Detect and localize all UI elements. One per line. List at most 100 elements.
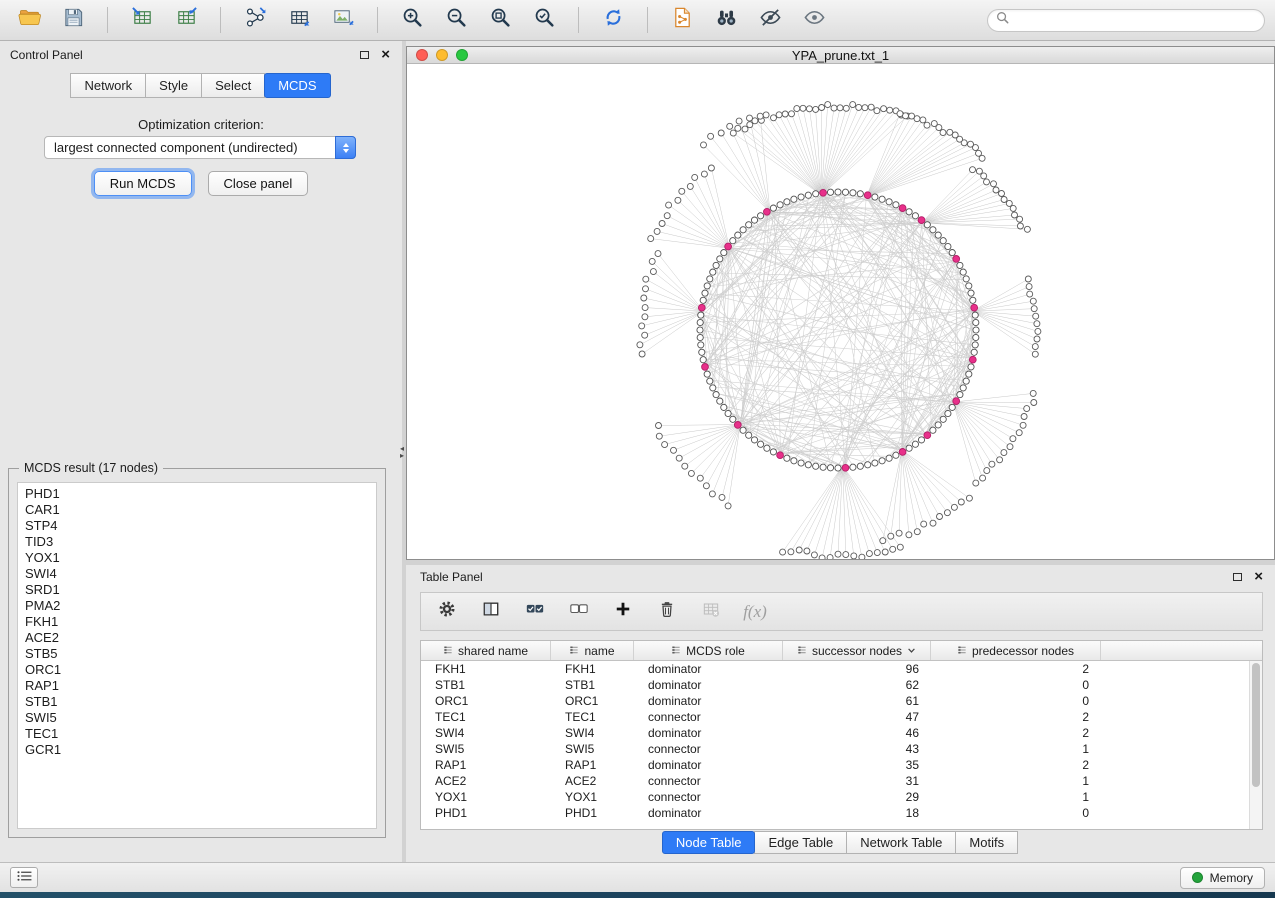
sort-indicator-icon[interactable] — [907, 644, 916, 658]
deselect-all-button[interactable] — [567, 600, 591, 624]
import-table-button[interactable] — [123, 4, 161, 37]
table-row[interactable]: TEC1TEC1connector472 — [421, 709, 1249, 725]
tab-network[interactable]: Network — [70, 73, 146, 98]
table-cell[interactable]: dominator — [634, 694, 783, 708]
close-window-button[interactable] — [416, 49, 428, 61]
scrollbar-thumb[interactable] — [1252, 663, 1260, 787]
table-row[interactable]: FKH1FKH1dominator962 — [421, 661, 1249, 677]
tab-network-table[interactable]: Network Table — [846, 831, 956, 854]
table-cell[interactable]: SWI5 — [421, 742, 551, 756]
table-cell[interactable]: 61 — [783, 694, 931, 708]
table-cell[interactable]: 0 — [931, 678, 1101, 692]
table-cell[interactable]: 46 — [783, 726, 931, 740]
table-cell[interactable]: dominator — [634, 806, 783, 820]
table-cell[interactable]: TEC1 — [421, 710, 551, 724]
zoom-window-button[interactable] — [456, 49, 468, 61]
run-mcds-button[interactable]: Run MCDS — [94, 171, 192, 196]
table-cell[interactable]: STB1 — [551, 678, 634, 692]
table-cell[interactable]: connector — [634, 774, 783, 788]
table-cell[interactable]: RAP1 — [551, 758, 634, 772]
table-cell[interactable]: ACE2 — [421, 774, 551, 788]
tab-node-table[interactable]: Node Table — [662, 831, 756, 854]
table-cell[interactable]: 2 — [931, 710, 1101, 724]
table-cell[interactable]: SWI5 — [551, 742, 634, 756]
mcds-result-item[interactable]: GCR1 — [18, 742, 376, 758]
table-cell[interactable]: connector — [634, 742, 783, 756]
table-cell[interactable]: PHD1 — [551, 806, 634, 820]
table-cell[interactable]: FKH1 — [551, 662, 634, 676]
tab-style[interactable]: Style — [145, 73, 202, 98]
zoom-in-button[interactable] — [393, 4, 431, 37]
mcds-result-item[interactable]: SWI4 — [18, 566, 376, 582]
table-cell[interactable]: 96 — [783, 662, 931, 676]
table-row[interactable]: SWI5SWI5connector431 — [421, 741, 1249, 757]
table-cell[interactable]: ORC1 — [421, 694, 551, 708]
settings-button[interactable] — [435, 600, 459, 624]
zoom-fit-button[interactable] — [481, 4, 519, 37]
table-cell[interactable]: 1 — [931, 790, 1101, 804]
table-cell[interactable]: 62 — [783, 678, 931, 692]
import-network-button[interactable] — [236, 4, 274, 37]
mcds-result-item[interactable]: PHD1 — [18, 486, 376, 502]
table-row[interactable]: SWI4SWI4dominator462 — [421, 725, 1249, 741]
column-header-MCDS-role[interactable]: MCDS role — [634, 641, 783, 660]
tab-select[interactable]: Select — [201, 73, 265, 98]
float-table-panel-button[interactable] — [1233, 570, 1242, 584]
table-row[interactable]: RAP1RAP1dominator352 — [421, 757, 1249, 773]
table-row[interactable]: PHD1PHD1dominator180 — [421, 805, 1249, 821]
table-cell[interactable]: SWI4 — [551, 726, 634, 740]
table-cell[interactable]: 0 — [931, 694, 1101, 708]
network-canvas[interactable] — [407, 64, 1274, 559]
table-cell[interactable]: 47 — [783, 710, 931, 724]
table-cell[interactable]: STB1 — [421, 678, 551, 692]
add-button[interactable] — [611, 600, 635, 624]
table-cell[interactable]: 18 — [783, 806, 931, 820]
mcds-result-item[interactable]: STB1 — [18, 694, 376, 710]
mcds-result-item[interactable]: CAR1 — [18, 502, 376, 518]
table-cell[interactable]: connector — [634, 710, 783, 724]
table-cell[interactable]: 0 — [931, 806, 1101, 820]
task-history-button[interactable] — [10, 867, 38, 888]
mcds-result-item[interactable]: STB5 — [18, 646, 376, 662]
table-cell[interactable]: dominator — [634, 678, 783, 692]
table-cell[interactable]: 35 — [783, 758, 931, 772]
mcds-result-item[interactable]: FKH1 — [18, 614, 376, 630]
table-cell[interactable]: SWI4 — [421, 726, 551, 740]
mcds-result-item[interactable]: TEC1 — [18, 726, 376, 742]
save-button[interactable] — [54, 4, 92, 37]
table-cell[interactable]: 29 — [783, 790, 931, 804]
table-cell[interactable]: ACE2 — [551, 774, 634, 788]
column-header-predecessor-nodes[interactable]: predecessor nodes — [931, 641, 1101, 660]
select-all-button[interactable] — [523, 600, 547, 624]
table-cell[interactable]: YOX1 — [551, 790, 634, 804]
search-input[interactable] — [1015, 13, 1256, 27]
column-header-successor-nodes[interactable]: successor nodes — [783, 641, 931, 660]
table-cell[interactable]: dominator — [634, 758, 783, 772]
table-cell[interactable]: 43 — [783, 742, 931, 756]
close-panel-action-button[interactable]: Close panel — [208, 171, 309, 196]
table-cell[interactable]: 2 — [931, 758, 1101, 772]
table-row[interactable]: YOX1YOX1connector291 — [421, 789, 1249, 805]
minimize-window-button[interactable] — [436, 49, 448, 61]
column-header-shared-name[interactable]: shared name — [421, 641, 551, 660]
table-cell[interactable]: 1 — [931, 742, 1101, 756]
table-cell[interactable]: TEC1 — [551, 710, 634, 724]
export-image-button[interactable] — [324, 4, 362, 37]
tab-motifs[interactable]: Motifs — [955, 831, 1018, 854]
table-row[interactable]: ORC1ORC1dominator610 — [421, 693, 1249, 709]
mcds-result-item[interactable]: STP4 — [18, 518, 376, 534]
refresh-button[interactable] — [594, 4, 632, 37]
mcds-result-item[interactable]: ORC1 — [18, 662, 376, 678]
table-cell[interactable]: 2 — [931, 726, 1101, 740]
mcds-result-item[interactable]: RAP1 — [18, 678, 376, 694]
search-box[interactable] — [987, 9, 1265, 32]
binoculars-button[interactable] — [707, 4, 745, 37]
network-titlebar[interactable]: YPA_prune.txt_1 — [407, 47, 1274, 64]
table-cell[interactable]: RAP1 — [421, 758, 551, 772]
table-cell[interactable]: dominator — [634, 726, 783, 740]
network-graph[interactable] — [407, 64, 1274, 559]
table-cell[interactable]: connector — [634, 790, 783, 804]
open-folder-button[interactable] — [10, 4, 48, 37]
table-cell[interactable]: PHD1 — [421, 806, 551, 820]
table-cell[interactable]: 1 — [931, 774, 1101, 788]
